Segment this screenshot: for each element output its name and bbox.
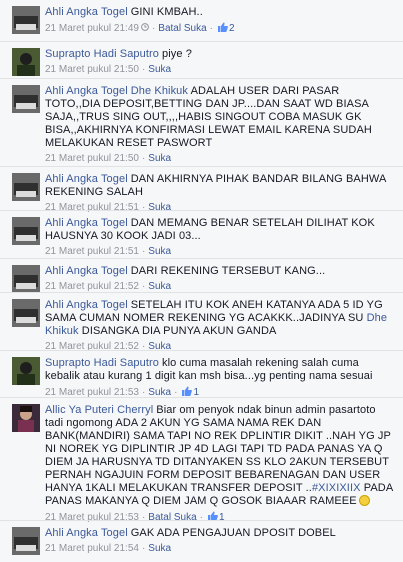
avatar[interactable]	[12, 85, 40, 113]
comment-author[interactable]: Suprapto Hadi Saputro	[45, 357, 159, 369]
comment-author[interactable]: Ahli Angka Togel	[45, 6, 128, 18]
comment-text-continued: DISANGKA DIA PUNYA AKUN GANDA	[81, 325, 277, 337]
avatar[interactable]	[12, 299, 40, 327]
avatar[interactable]	[12, 265, 40, 293]
comment-author[interactable]: Ahli Angka Togel	[45, 299, 128, 311]
comment-author[interactable]: Ahli Angka Togel	[45, 265, 128, 277]
comment-text: GAK ADA PENGAJUAN DPOSIT DOBEL	[130, 527, 336, 539]
comment-text: DARI REKENING TERSEBUT KANG...	[130, 265, 326, 277]
comment-author[interactable]: Ahli Angka Togel	[45, 527, 128, 539]
comment: Ahli Angka Togel DAN MEMANG BENAR SETELAH…	[0, 210, 403, 258]
mention-link[interactable]: Dhe Khikuk	[131, 85, 188, 97]
comment-timestamp[interactable]: 21 Maret pukul 21:50	[45, 64, 139, 75]
comment: Suprapto Hadi Saputro piye ? 21 Maret puk…	[0, 41, 403, 78]
avatar[interactable]	[12, 527, 40, 555]
comment: Allic Ya Puteri Cherryl Biar om penyok nd…	[0, 397, 403, 523]
unlike-button[interactable]: Batal Suka	[158, 23, 206, 34]
comment: Suprapto Hadi Saputro klo cuma masalah re…	[0, 350, 403, 398]
comment-author[interactable]: Ahli Angka Togel	[45, 173, 128, 185]
avatar[interactable]	[12, 173, 40, 201]
like-button[interactable]: Suka	[148, 153, 171, 164]
comment-author[interactable]: Allic Ya Puteri Cherryl	[45, 404, 153, 416]
comment-thread: Ahli Angka Togel GINI KMBAH.. 21 Maret pu…	[0, 0, 403, 562]
comment-text: GINI KMBAH..	[130, 6, 203, 18]
like-button[interactable]: Suka	[148, 281, 171, 292]
clock-icon	[141, 23, 149, 31]
comment: Ahli Angka Togel SETELAH ITU KOK ANEH KAT…	[0, 292, 403, 352]
hashtag-link[interactable]: #XIXIXIIX	[312, 482, 361, 494]
comment-timestamp[interactable]: 21 Maret pukul 21:51	[45, 246, 139, 257]
comment: Ahli Angka Togel GAK ADA PENGAJUAN DPOSIT…	[0, 520, 403, 562]
comment-timestamp[interactable]: 21 Maret pukul 21:52	[45, 281, 139, 292]
like-count[interactable]: 2	[229, 23, 235, 34]
comment-timestamp[interactable]: 21 Maret pukul 21:50	[45, 153, 139, 164]
comment-author[interactable]: Ahli Angka Togel	[45, 217, 128, 229]
comment-text: Biar om penyok ndak binun admin pasartot…	[45, 404, 391, 494]
thumbs-up-icon[interactable]	[182, 386, 193, 396]
avatar[interactable]	[12, 48, 40, 76]
avatar[interactable]	[12, 404, 40, 432]
avatar[interactable]	[12, 6, 40, 34]
avatar[interactable]	[12, 357, 40, 385]
comment-author[interactable]: Suprapto Hadi Saputro	[45, 48, 159, 60]
comment: Ahli Angka Togel DARI REKENING TERSEBUT K…	[0, 258, 403, 293]
comment: Ahli Angka Togel GINI KMBAH.. 21 Maret pu…	[0, 0, 403, 41]
avatar[interactable]	[12, 217, 40, 245]
comment: Ahli Angka Togel Dhe Khikuk ADALAH USER D…	[0, 78, 403, 166]
thumbs-up-icon[interactable]	[218, 22, 228, 32]
comment-timestamp[interactable]: 21 Maret pukul 21:54	[45, 543, 139, 554]
comment-author[interactable]: Ahli Angka Togel	[45, 85, 128, 97]
comment-text: piye ?	[162, 48, 192, 60]
comment: Ahli Angka Togel DAN AKHIRNYA PIHAK BANDA…	[0, 166, 403, 213]
comment-timestamp[interactable]: 21 Maret pukul 21:49	[45, 23, 139, 34]
smile-emoji-icon	[358, 495, 370, 506]
like-button[interactable]: Suka	[148, 246, 171, 257]
like-button[interactable]: Suka	[148, 64, 171, 75]
like-button[interactable]: Suka	[148, 543, 171, 554]
